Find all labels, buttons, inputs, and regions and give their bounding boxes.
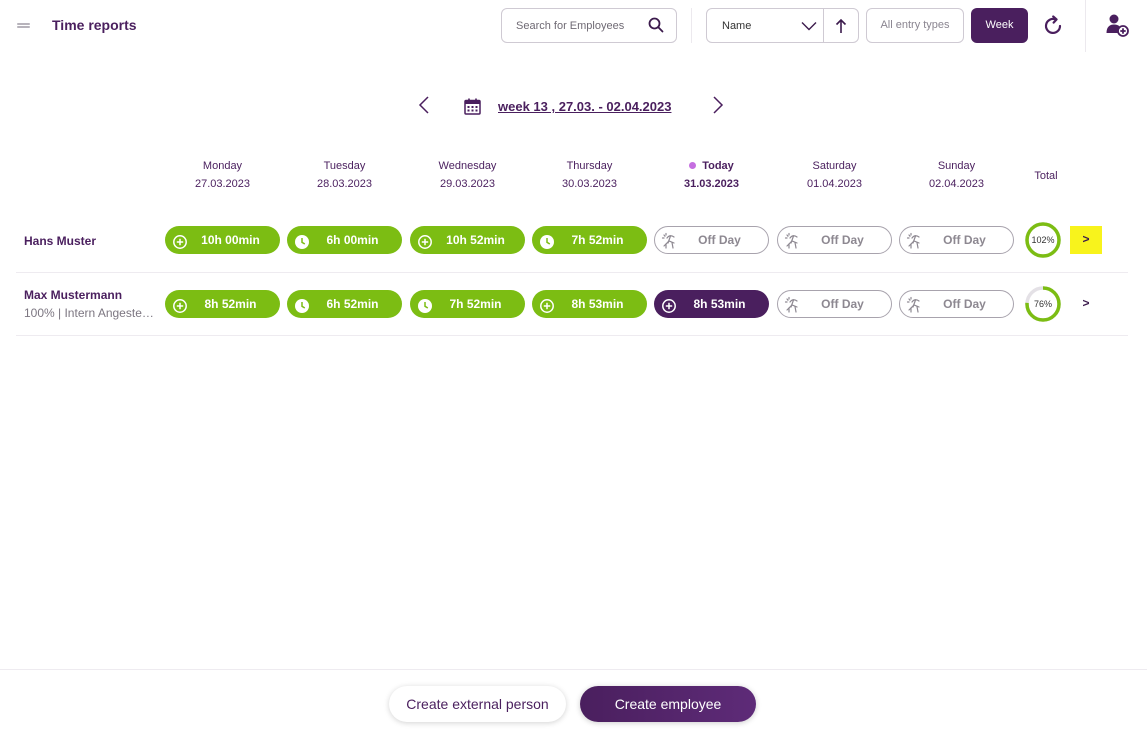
time-entry[interactable]: 8h 52min (165, 290, 280, 318)
entry-label: 10h 00min (201, 233, 260, 247)
today-indicator (689, 162, 697, 169)
clock-icon (417, 296, 433, 313)
search-icon[interactable] (648, 17, 664, 33)
day-name: Saturday (812, 160, 857, 172)
sort-direction-icon[interactable] (835, 18, 847, 34)
entry-label: 6h 00min (326, 233, 379, 247)
time-entry[interactable]: 7h 52min (532, 226, 647, 254)
row-divider (16, 335, 1128, 336)
entry-label: 8h 52min (204, 297, 257, 311)
row-details-button[interactable]: > (1070, 290, 1102, 318)
day-header-thursday: Thursday 30.03.2023 (532, 160, 647, 190)
total-progress-ring: 102% (1024, 221, 1062, 259)
clock-icon (294, 296, 310, 313)
entry-label: 10h 52min (446, 233, 505, 247)
plus-circle-icon (172, 296, 188, 313)
time-entry[interactable]: 8h 53min (654, 290, 769, 318)
day-date: 30.03.2023 (561, 178, 618, 190)
page-title: Time reports (52, 17, 137, 33)
day-name: Today (702, 160, 734, 172)
off-day-entry[interactable]: Off Day (777, 290, 892, 318)
search-input[interactable] (516, 17, 644, 35)
day-date: 28.03.2023 (316, 178, 373, 190)
entry-label: Off Day (821, 297, 864, 311)
total-percent: 102% (1031, 235, 1055, 245)
beach-chair-icon (661, 232, 677, 249)
previous-week-icon[interactable] (418, 96, 430, 114)
sort-value: Name (722, 20, 752, 32)
day-name: Monday (202, 160, 243, 172)
plus-circle-icon (661, 296, 677, 313)
employee-name[interactable]: Hans Muster (24, 234, 96, 248)
total-percent: 76% (1033, 299, 1052, 309)
off-day-entry[interactable]: Off Day (899, 290, 1014, 318)
day-date: 29.03.2023 (439, 178, 496, 190)
day-name: Wednesday (438, 160, 497, 172)
total-progress-ring: 76% (1024, 285, 1062, 323)
off-day-entry[interactable]: Off Day (899, 226, 1014, 254)
beach-chair-icon (784, 232, 800, 249)
entry-label: Off Day (698, 233, 741, 247)
entry-label: 8h 53min (693, 297, 746, 311)
entry-label: Off Day (943, 297, 986, 311)
day-date: 27.03.2023 (194, 178, 251, 190)
create-external-person-button[interactable]: Create external person (389, 686, 566, 722)
day-header-tuesday: Tuesday 28.03.2023 (287, 160, 402, 190)
plus-circle-icon (539, 296, 555, 313)
time-entry[interactable]: 10h 52min (410, 226, 525, 254)
clock-icon (539, 232, 555, 249)
time-entry[interactable]: 10h 00min (165, 226, 280, 254)
entry-label: 7h 52min (571, 233, 624, 247)
entry-label: Off Day (821, 233, 864, 247)
refresh-icon[interactable] (1041, 14, 1065, 38)
header-divider-right (1085, 0, 1086, 52)
entry-label: 6h 52min (326, 297, 379, 311)
off-day-entry[interactable]: Off Day (777, 226, 892, 254)
sort-select[interactable]: Name (706, 8, 859, 43)
day-header-saturday: Saturday 01.04.2023 (777, 160, 892, 190)
plus-circle-icon (172, 232, 188, 249)
app-header: Time reports Name All entry types Week (0, 0, 1147, 52)
total-header: Total (1034, 170, 1058, 182)
day-header-sunday: Sunday 02.04.2023 (899, 160, 1014, 190)
menu-icon[interactable] (17, 18, 30, 31)
day-name: Tuesday (323, 160, 366, 172)
time-entry[interactable]: 6h 00min (287, 226, 402, 254)
day-header-today: Today 31.03.2023 (654, 160, 769, 190)
week-view-button[interactable]: Week (971, 8, 1028, 43)
next-week-icon[interactable] (712, 96, 724, 114)
row-divider (16, 272, 1128, 273)
calendar-icon[interactable] (464, 98, 481, 115)
footer-bar: Create external person Create employee (0, 669, 1147, 729)
employee-subtitle: 100% | Intern Angestellte (24, 306, 156, 320)
entry-label: 8h 53min (571, 297, 624, 311)
entry-label: 7h 52min (449, 297, 502, 311)
sort-divider (823, 9, 824, 42)
add-user-icon[interactable] (1106, 13, 1130, 37)
clock-icon (294, 232, 310, 249)
header-divider (691, 8, 692, 43)
day-header-monday: Monday 27.03.2023 (165, 160, 280, 190)
employee-name[interactable]: Max Mustermann (24, 288, 122, 302)
day-date: 31.03.2023 (683, 178, 740, 190)
day-name: Sunday (937, 160, 976, 172)
beach-chair-icon (784, 296, 800, 313)
day-date: 01.04.2023 (806, 178, 863, 190)
beach-chair-icon (906, 232, 922, 249)
time-entry[interactable]: 6h 52min (287, 290, 402, 318)
entry-label: Off Day (943, 233, 986, 247)
day-name: Thursday (566, 160, 613, 172)
time-entry[interactable]: 7h 52min (410, 290, 525, 318)
create-employee-button[interactable]: Create employee (580, 686, 756, 722)
chevron-down-icon (801, 22, 817, 31)
beach-chair-icon (906, 296, 922, 313)
day-date: 02.04.2023 (928, 178, 985, 190)
row-details-button[interactable]: > (1070, 226, 1102, 254)
week-range-link[interactable]: week 13 , 27.03. - 02.04.2023 (498, 99, 671, 114)
entry-types-filter[interactable]: All entry types (866, 8, 964, 43)
time-entry[interactable]: 8h 53min (532, 290, 647, 318)
plus-circle-icon (417, 232, 433, 249)
day-header-wednesday: Wednesday 29.03.2023 (410, 160, 525, 190)
off-day-entry[interactable]: Off Day (654, 226, 769, 254)
